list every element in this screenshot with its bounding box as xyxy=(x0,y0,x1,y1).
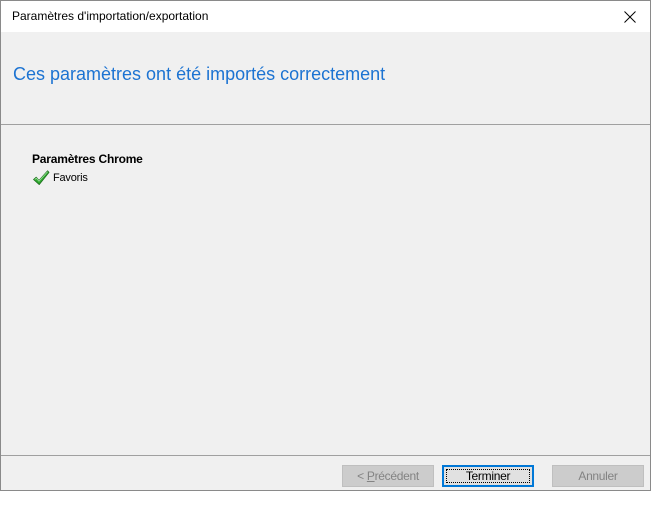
previous-button[interactable]: < Précédent xyxy=(342,465,434,487)
finish-button[interactable]: Terminer xyxy=(442,465,534,487)
title-bar: Paramètres d'importation/exportation xyxy=(1,1,650,32)
previous-button-label: récédent xyxy=(374,469,420,483)
finish-button-label: Terminer xyxy=(465,469,511,483)
close-icon xyxy=(624,10,636,23)
item-label-favorites: Favoris xyxy=(53,172,88,184)
results-panel: Paramètres Chrome Favoris xyxy=(1,125,650,455)
list-item: Favoris xyxy=(32,169,88,187)
cancel-button-label: Annuler xyxy=(578,469,618,483)
previous-button-mnemonic: P xyxy=(366,469,375,483)
header-panel: Ces paramètres ont été importés correcte… xyxy=(1,32,650,124)
checkmark-icon xyxy=(33,170,50,185)
section-heading: Paramètres Chrome xyxy=(32,152,143,166)
button-bar: < Précédent Terminer Annuler xyxy=(1,456,650,490)
cancel-button[interactable]: Annuler xyxy=(552,465,644,487)
page-title: Ces paramètres ont été importés correcte… xyxy=(13,64,386,84)
import-export-dialog: Paramètres d'importation/exportation Ces… xyxy=(0,0,651,491)
close-button[interactable] xyxy=(610,1,650,32)
previous-button-prefix: < xyxy=(357,469,367,483)
window-title: Paramètres d'importation/exportation xyxy=(12,9,209,23)
